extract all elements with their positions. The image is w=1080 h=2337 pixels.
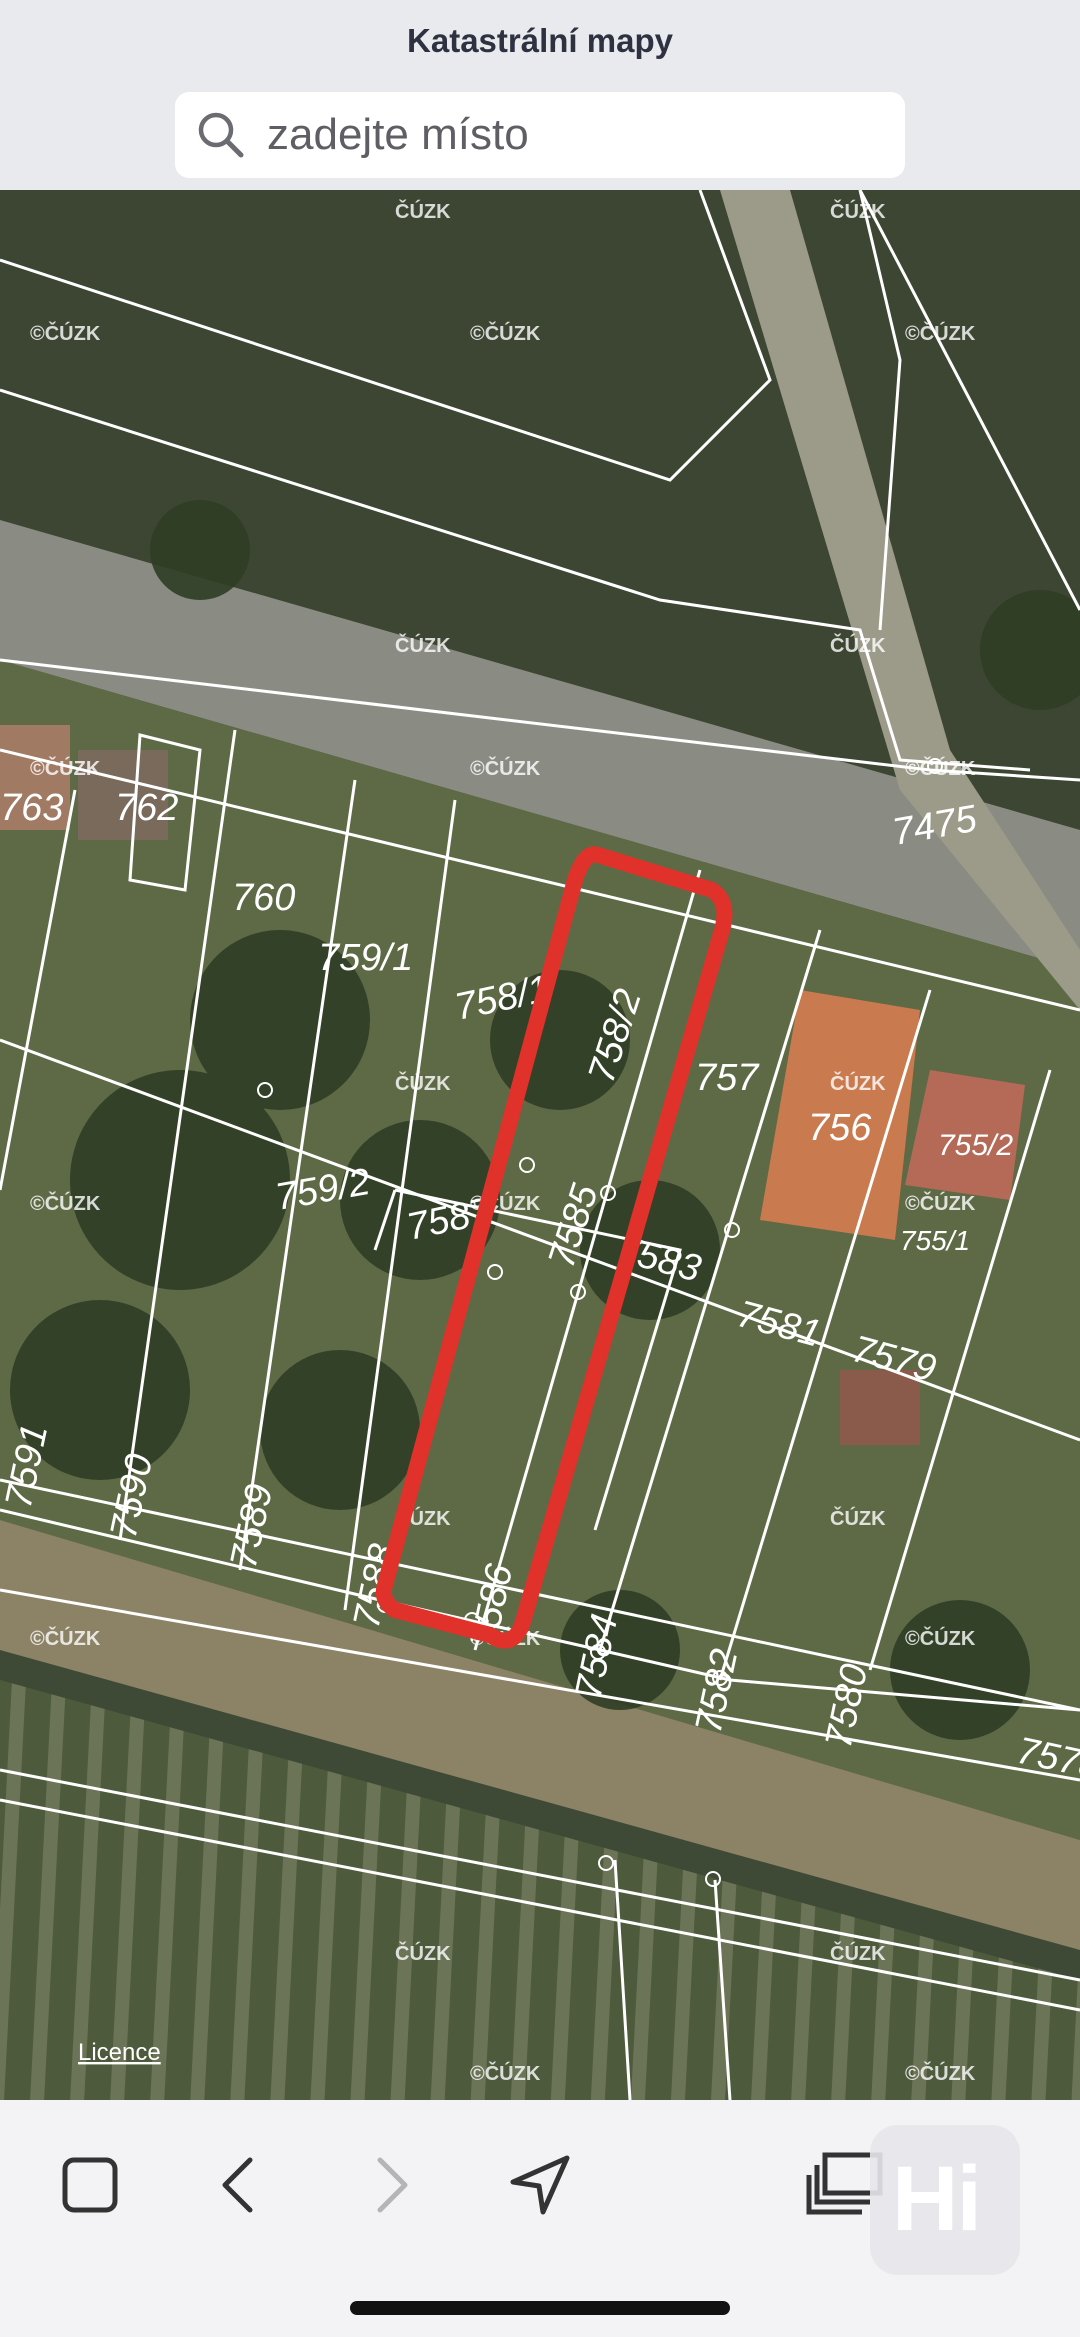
parcel-label-755-2[interactable]: 755/2	[938, 1129, 1013, 1162]
parcel-label-757[interactable]: 757	[695, 1057, 760, 1099]
watermark-text: ©ČÚZK	[905, 1626, 976, 1650]
parcel-label-755-1[interactable]: 755/1	[900, 1225, 970, 1256]
watermark-badge: Hi	[870, 2125, 1020, 2275]
watermark-text: ČÚZK	[830, 633, 886, 657]
watermark-text: ©ČÚZK	[470, 2061, 541, 2085]
locate-button[interactable]	[495, 2140, 585, 2230]
parcel-label-756[interactable]: 756	[808, 1107, 872, 1149]
watermark-text: ©ČÚZK	[30, 321, 101, 345]
search-bar[interactable]	[175, 92, 905, 178]
watermark-text: ©ČÚZK	[905, 1191, 976, 1215]
watermark-text: ČÚZK	[395, 1071, 451, 1095]
parcel-label-762[interactable]: 762	[115, 787, 178, 829]
watermark-text: ČÚZK	[830, 1941, 886, 1965]
chevron-right-icon	[377, 2157, 408, 2213]
watermark-text: ©ČÚZK	[470, 321, 541, 345]
watermark-text: ČÚZK	[830, 1071, 886, 1095]
watermark-text: ©ČÚZK	[30, 1626, 101, 1650]
tabs-button[interactable]	[45, 2140, 135, 2230]
forward-button[interactable]	[345, 2140, 435, 2230]
watermark-text: ČÚZK	[395, 199, 451, 223]
search-icon	[198, 112, 244, 158]
watermark-text: ©ČÚZK	[905, 321, 976, 345]
watermark-text: ©ČÚZK	[905, 2061, 976, 2085]
watermark-text: ČÚZK	[395, 1941, 451, 1965]
search-input[interactable]	[265, 109, 869, 161]
licence-link[interactable]: Licence	[78, 2039, 161, 2066]
parcel-label-759-1[interactable]: 759/1	[318, 937, 413, 979]
watermark-text: ©ČÚZK	[905, 756, 976, 780]
app-header: Katastrální mapy	[0, 0, 1080, 190]
parcel-label-760[interactable]: 760	[232, 877, 295, 919]
watermark-badge-text: Hi	[892, 2148, 982, 2250]
watermark-text: ČÚZK	[395, 633, 451, 657]
parcel-label-763[interactable]: 763	[0, 787, 63, 829]
app-title: Katastrální mapy	[407, 22, 673, 59]
square-icon	[62, 2157, 118, 2213]
location-arrow-icon	[510, 2155, 570, 2215]
chevron-left-icon	[222, 2157, 253, 2213]
map-canvas[interactable]: 763 762 760 759/1 758/1 758/2 757 756 75…	[0, 190, 1080, 2100]
back-button[interactable]	[195, 2140, 285, 2230]
watermark-text: ©ČÚZK	[470, 756, 541, 780]
watermark-text: ČÚZK	[830, 1506, 886, 1530]
watermark-text: ©ČÚZK	[30, 756, 101, 780]
watermark-text: ©ČÚZK	[30, 1191, 101, 1215]
home-indicator	[350, 2301, 730, 2315]
cadastral-map[interactable]: 763 762 760 759/1 758/1 758/2 757 756 75…	[0, 190, 1080, 2100]
watermark-text: ČÚZK	[830, 199, 886, 223]
